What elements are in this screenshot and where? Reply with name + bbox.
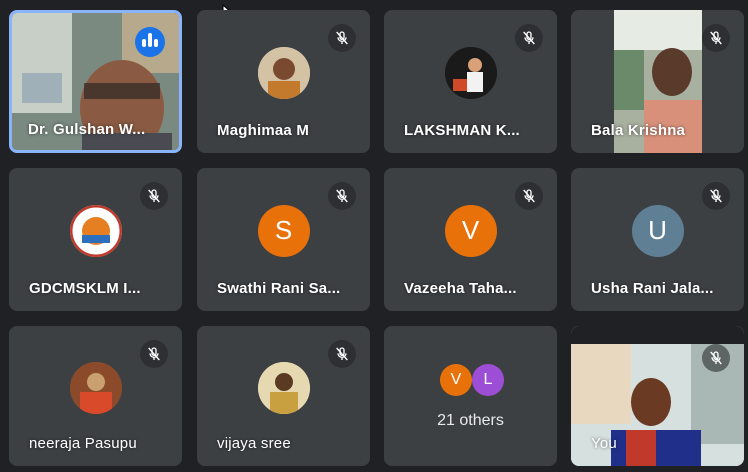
participant-tile-usha[interactable]: U Usha Rani Jala... — [571, 168, 744, 311]
participant-name: GDCMSKLM I... — [29, 280, 141, 297]
mic-off-icon — [702, 344, 730, 372]
participant-name: Dr. Gulshan W... — [28, 121, 146, 138]
participant-tile-gdcmsklm[interactable]: GDCMSKLM I... — [9, 168, 182, 311]
participant-tile-gulshan[interactable]: Dr. Gulshan W... — [9, 10, 182, 153]
participant-tile-vazeeha[interactable]: V Vazeeha Taha... — [384, 168, 557, 311]
others-avatar-l: L — [472, 364, 504, 396]
mic-off-icon — [702, 24, 730, 52]
mic-off-icon — [515, 24, 543, 52]
mic-off-icon — [328, 24, 356, 52]
mic-off-icon — [328, 340, 356, 368]
others-avatar-v: V — [440, 364, 472, 396]
mic-off-icon — [140, 340, 168, 368]
participant-name: Maghimaa M — [217, 122, 310, 139]
mic-off-icon — [328, 182, 356, 210]
participant-tile-swathi[interactable]: S Swathi Rani Sa... — [197, 168, 370, 311]
participant-name: Swathi Rani Sa... — [217, 280, 341, 297]
participant-name: Usha Rani Jala... — [591, 280, 714, 297]
avatar: U — [631, 204, 684, 257]
self-tile[interactable]: You — [571, 326, 744, 466]
participant-tile-vijaya[interactable]: vijaya sree — [197, 326, 370, 466]
avatar — [257, 361, 310, 414]
participant-name: Bala Krishna — [591, 122, 686, 139]
mic-off-icon — [702, 182, 730, 210]
avatar: V — [444, 204, 497, 257]
avatar: S — [257, 204, 310, 257]
participant-name: LAKSHMAN K... — [404, 122, 520, 139]
mic-off-icon — [515, 182, 543, 210]
participant-tile-neeraja[interactable]: neeraja Pasupu — [9, 326, 182, 466]
participant-name: vijaya sree — [217, 435, 291, 452]
participant-tile-maghimaa[interactable]: Maghimaa M — [197, 10, 370, 153]
avatar — [257, 46, 310, 99]
avatar — [444, 46, 497, 99]
others-tile[interactable]: V L 21 others — [384, 326, 557, 466]
participant-tile-bala-krishna[interactable]: Bala Krishna — [571, 10, 744, 153]
speaking-indicator-icon — [135, 27, 165, 57]
others-count-label: 21 others — [437, 412, 504, 429]
participant-name: You — [591, 435, 617, 452]
participant-name: Vazeeha Taha... — [404, 280, 517, 297]
avatar — [69, 361, 122, 414]
participant-name: neeraja Pasupu — [29, 435, 137, 452]
college-logo-avatar — [69, 204, 122, 257]
participant-tile-lakshman[interactable]: LAKSHMAN K... — [384, 10, 557, 153]
mic-off-icon — [140, 182, 168, 210]
